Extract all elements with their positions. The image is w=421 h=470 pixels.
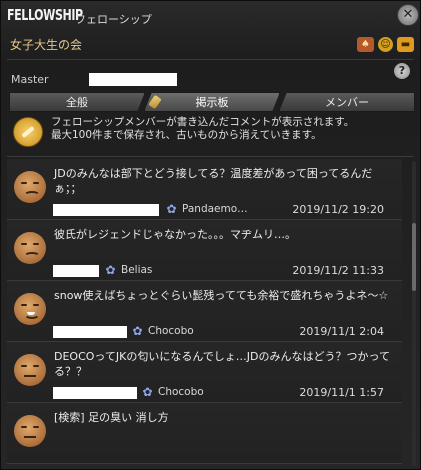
banner-icon[interactable]: ▬ — [397, 37, 414, 52]
post-text: snow使えばちょっとぐらい髭残ってても余裕で盛れちゃうよネ～☆ — [54, 289, 389, 302]
help-icon[interactable]: ? — [394, 63, 410, 79]
avatar — [14, 171, 46, 203]
author-world: Chocobo — [158, 386, 204, 398]
members-icon[interactable]: ♠ — [357, 37, 374, 52]
tab-bar: 全般 掲示板 メンバー — [9, 92, 415, 112]
avatar — [14, 415, 46, 447]
fellowship-window: FELLOWSHIP フェローシップ ✕ 女子大生の会 ♠ ☺ ▬ Master… — [0, 0, 421, 470]
post-item[interactable]: JDのみんなは部下とどう接してる？温度差があって困ってるんだぁ；； ✿ Pand… — [7, 159, 402, 220]
header-divider — [7, 59, 414, 60]
post-text: 彼氏がレジェンドじゃなかった。。。マヂムリ…。 — [54, 228, 296, 241]
post-date: 2019/11/1 2:04 — [299, 325, 384, 338]
post-text: DEOCOってJKの匂いになるんでしょ…JDのみんなはどう？つかってる？？ — [54, 350, 390, 378]
post-item[interactable]: snow使えばちょっとぐらい髭残ってても余裕で盛れちゃうよネ～☆ ✿ Choco… — [7, 281, 402, 342]
world-icon: ✿ — [105, 263, 116, 277]
title-bar[interactable]: FELLOWSHIP フェローシップ ✕ — [1, 1, 420, 31]
post-item[interactable]: 彼氏がレジェンドじゃなかった。。。マヂムリ…。 ✿ Belias 2019/11… — [7, 220, 402, 281]
scrollbar-thumb[interactable] — [412, 223, 416, 291]
compose-icon[interactable] — [13, 117, 43, 147]
author-world: Pandaemo… — [182, 203, 248, 215]
world-icon: ✿ — [132, 324, 143, 338]
close-icon[interactable]: ✕ — [397, 4, 419, 26]
avatar — [14, 354, 46, 386]
world-icon: ✿ — [142, 385, 153, 399]
author-redacted — [53, 326, 127, 338]
author-redacted — [53, 204, 159, 216]
author-redacted — [53, 387, 137, 399]
scrollbar-track[interactable] — [412, 161, 416, 466]
author-world: Belias — [121, 264, 153, 276]
post-item[interactable]: [検索] 足の臭い 消し方 — [7, 403, 402, 464]
master-name-redacted — [89, 73, 177, 86]
fellowship-name: 女子大生の会 — [10, 38, 83, 52]
header-icons: ♠ ☺ ▬ — [357, 37, 414, 53]
post-date: 2019/11/2 19:20 — [292, 203, 384, 216]
window-subtitle: フェローシップ — [75, 13, 152, 26]
pen-icon — [148, 95, 161, 109]
tab-general[interactable]: 全般 — [9, 92, 145, 112]
notice-divider — [7, 156, 414, 157]
author-redacted — [53, 265, 99, 277]
post-date: 2019/11/2 11:33 — [292, 264, 384, 277]
avatar — [14, 293, 46, 325]
post-text: JDのみんなは部下とどう接してる？温度差があって困ってるんだぁ；； — [54, 167, 373, 195]
window-title: FELLOWSHIP — [7, 6, 83, 24]
post-date: 2019/11/1 1:57 — [299, 386, 384, 399]
post-item[interactable]: DEOCOってJKの匂いになるんでしょ…JDのみんなはどう？つかってる？？ ✿ … — [7, 342, 402, 403]
tab-board[interactable]: 掲示板 — [144, 92, 280, 112]
post-list: JDのみんなは部下とどう接してる？温度差があって困ってるんだぁ；； ✿ Pand… — [7, 159, 402, 469]
author-world: Chocobo — [148, 325, 194, 337]
avatar — [14, 232, 46, 264]
world-icon: ✿ — [166, 202, 177, 216]
face-icon[interactable]: ☺ — [378, 37, 393, 52]
notice-line-2: 最大100件まで保存され、古いものから消えていきます。 — [51, 129, 322, 141]
master-label: Master — [11, 73, 49, 86]
board-notice: フェローシップメンバーが書き込んだコメントが表示されます。 最大100件まで保存… — [51, 116, 354, 142]
tab-members[interactable]: メンバー — [279, 92, 415, 112]
post-text: [検索] 足の臭い 消し方 — [54, 411, 169, 424]
notice-line-1: フェローシップメンバーが書き込んだコメントが表示されます。 — [51, 116, 355, 128]
